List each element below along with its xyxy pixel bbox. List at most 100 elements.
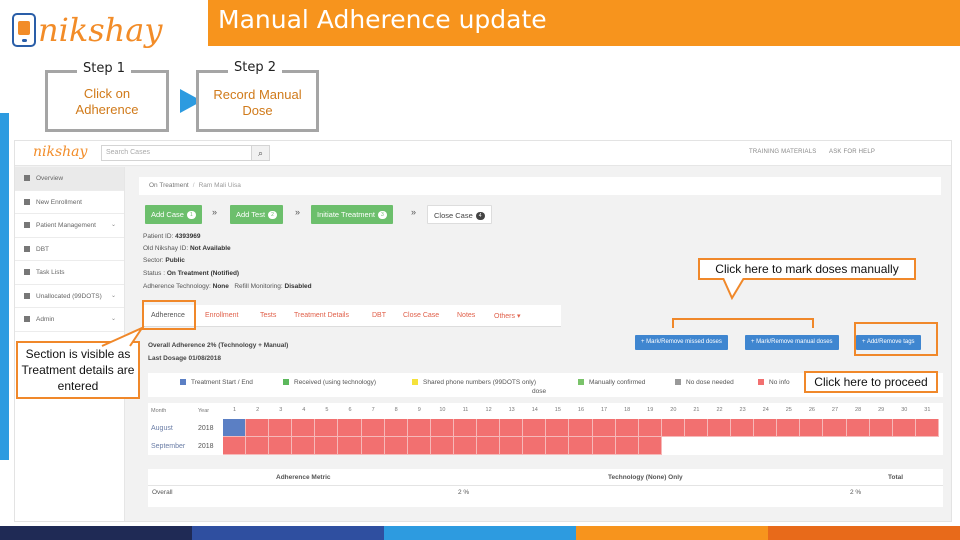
day-cell[interactable] [546, 437, 570, 455]
day-cell[interactable] [569, 419, 593, 437]
day-cell[interactable] [407, 419, 431, 437]
day-cell[interactable] [430, 437, 454, 455]
day-cell[interactable] [384, 437, 408, 455]
day-cell[interactable] [361, 419, 385, 437]
day-cell[interactable] [731, 419, 755, 437]
step-2-text: Record Manual Dose [213, 87, 302, 118]
chevron-down-icon: ⌄ [110, 222, 116, 228]
day-cell[interactable] [477, 419, 501, 437]
day-cell[interactable] [315, 437, 339, 455]
sidebar-item-task-lists[interactable]: Task Lists [15, 261, 124, 285]
day-cell[interactable] [800, 437, 823, 455]
day-cell[interactable] [847, 437, 870, 455]
day-cell[interactable] [292, 419, 316, 437]
day-cell[interactable] [453, 419, 478, 437]
initiate-treatment-button[interactable]: Initiate Treatment 3 [311, 205, 393, 224]
day-cell[interactable] [477, 437, 501, 455]
day-cell[interactable] [638, 437, 662, 455]
sidebar-item-new-enrollment[interactable]: New Enrollment [15, 191, 124, 214]
day-cell[interactable] [500, 419, 524, 437]
tab-others[interactable]: Others ▾ [494, 312, 520, 320]
tab-notes[interactable]: Notes [457, 312, 475, 319]
day-cell[interactable] [338, 437, 362, 455]
tab-treatment-details[interactable]: Treatment Details [294, 312, 349, 319]
search-input[interactable]: Search Cases [101, 145, 253, 161]
day-cell[interactable] [685, 437, 708, 455]
day-cell[interactable] [869, 419, 893, 437]
day-cell[interactable] [269, 437, 293, 455]
day-cell[interactable] [546, 419, 570, 437]
day-cell[interactable] [315, 419, 339, 437]
day-header: 12 [485, 407, 492, 413]
app-header: nikshay Search Cases ⌕ TRAINING MATERIAL… [15, 141, 951, 166]
day-header: 6 [348, 407, 352, 413]
day-cell[interactable] [361, 437, 385, 455]
day-cell[interactable] [800, 419, 824, 437]
day-cell[interactable] [684, 419, 708, 437]
sidebar-item-unallocated[interactable]: Unallocated (99DOTS) ⌄ [15, 285, 124, 308]
add-case-button[interactable]: Add Case 1 [145, 205, 202, 224]
day-header: 3 [279, 407, 283, 413]
tab-dbt[interactable]: DBT [372, 312, 386, 319]
breadcrumb-separator: / [192, 182, 195, 189]
day-cell[interactable] [615, 419, 639, 437]
legend-item: Received (using technology) [283, 379, 376, 386]
day-cell[interactable] [754, 437, 777, 455]
tab-tests[interactable]: Tests [260, 312, 276, 319]
day-cell[interactable] [453, 437, 478, 455]
day-cell[interactable] [638, 419, 662, 437]
sidebar-item-overview[interactable]: Overview [15, 167, 124, 191]
day-cell[interactable] [292, 437, 316, 455]
tab-enrollment[interactable]: Enrollment [205, 312, 238, 319]
day-cell[interactable] [592, 419, 616, 437]
day-cell[interactable] [384, 419, 408, 437]
day-cell[interactable] [823, 437, 846, 455]
day-cell[interactable] [615, 437, 639, 455]
adherence-calendar: Month Year 1 2 3 4 5 6 7 8 9 10 11 12 13 14 15 16 17 18 19 20… [148, 403, 943, 455]
day-cell[interactable] [430, 419, 454, 437]
day-cell[interactable] [893, 437, 916, 455]
ask-for-help-link[interactable]: ASK FOR HELP [829, 149, 875, 155]
day-cell[interactable] [846, 419, 870, 437]
day-cell[interactable] [870, 437, 893, 455]
day-cell[interactable] [915, 419, 939, 437]
patient-tabs: Adherence Enrollment Tests Treatment Det… [143, 305, 561, 327]
mark-missed-doses-button[interactable]: + Mark/Remove missed doses [635, 335, 728, 350]
day-cell[interactable] [916, 437, 939, 455]
day-cell[interactable] [754, 419, 778, 437]
day-cell[interactable] [407, 437, 431, 455]
legend-swatch [578, 379, 584, 385]
day-cell[interactable] [338, 419, 362, 437]
day-cell[interactable] [523, 437, 547, 455]
day-cell[interactable] [661, 419, 685, 437]
day-cell[interactable] [892, 419, 916, 437]
training-materials-link[interactable]: TRAINING MATERIALS [749, 149, 817, 155]
day-cell[interactable] [269, 419, 293, 437]
close-case-button[interactable]: Close Case 4 [427, 205, 492, 224]
day-header: 29 [878, 407, 885, 413]
day-cell[interactable] [246, 419, 270, 437]
day-cell[interactable] [777, 419, 801, 437]
button-label: Mark/Remove missed doses [646, 339, 722, 345]
day-cell[interactable] [223, 419, 247, 437]
day-cell[interactable] [500, 437, 524, 455]
day-cell[interactable] [223, 437, 247, 455]
sidebar-item-dbt[interactable]: DBT [15, 238, 124, 261]
day-cell[interactable] [707, 419, 732, 437]
day-cell[interactable] [592, 437, 616, 455]
day-cell[interactable] [523, 419, 547, 437]
day-cell[interactable] [708, 437, 731, 455]
day-cell[interactable] [569, 437, 593, 455]
breadcrumb-root[interactable]: On Treatment [149, 182, 189, 189]
sidebar-item-patient-management[interactable]: Patient Management ⌄ [15, 214, 124, 238]
day-cell[interactable] [246, 437, 270, 455]
add-test-button[interactable]: Add Test 2 [230, 205, 283, 224]
button-label: Add Test [236, 210, 266, 219]
day-cell[interactable] [823, 419, 847, 437]
day-cell[interactable] [777, 437, 800, 455]
day-cell[interactable] [731, 437, 754, 455]
day-cell[interactable] [662, 437, 685, 455]
tab-close-case[interactable]: Close Case [403, 312, 439, 319]
mark-manual-doses-button[interactable]: + Mark/Remove manual doses [745, 335, 839, 350]
search-icon[interactable]: ⌕ [251, 145, 270, 161]
